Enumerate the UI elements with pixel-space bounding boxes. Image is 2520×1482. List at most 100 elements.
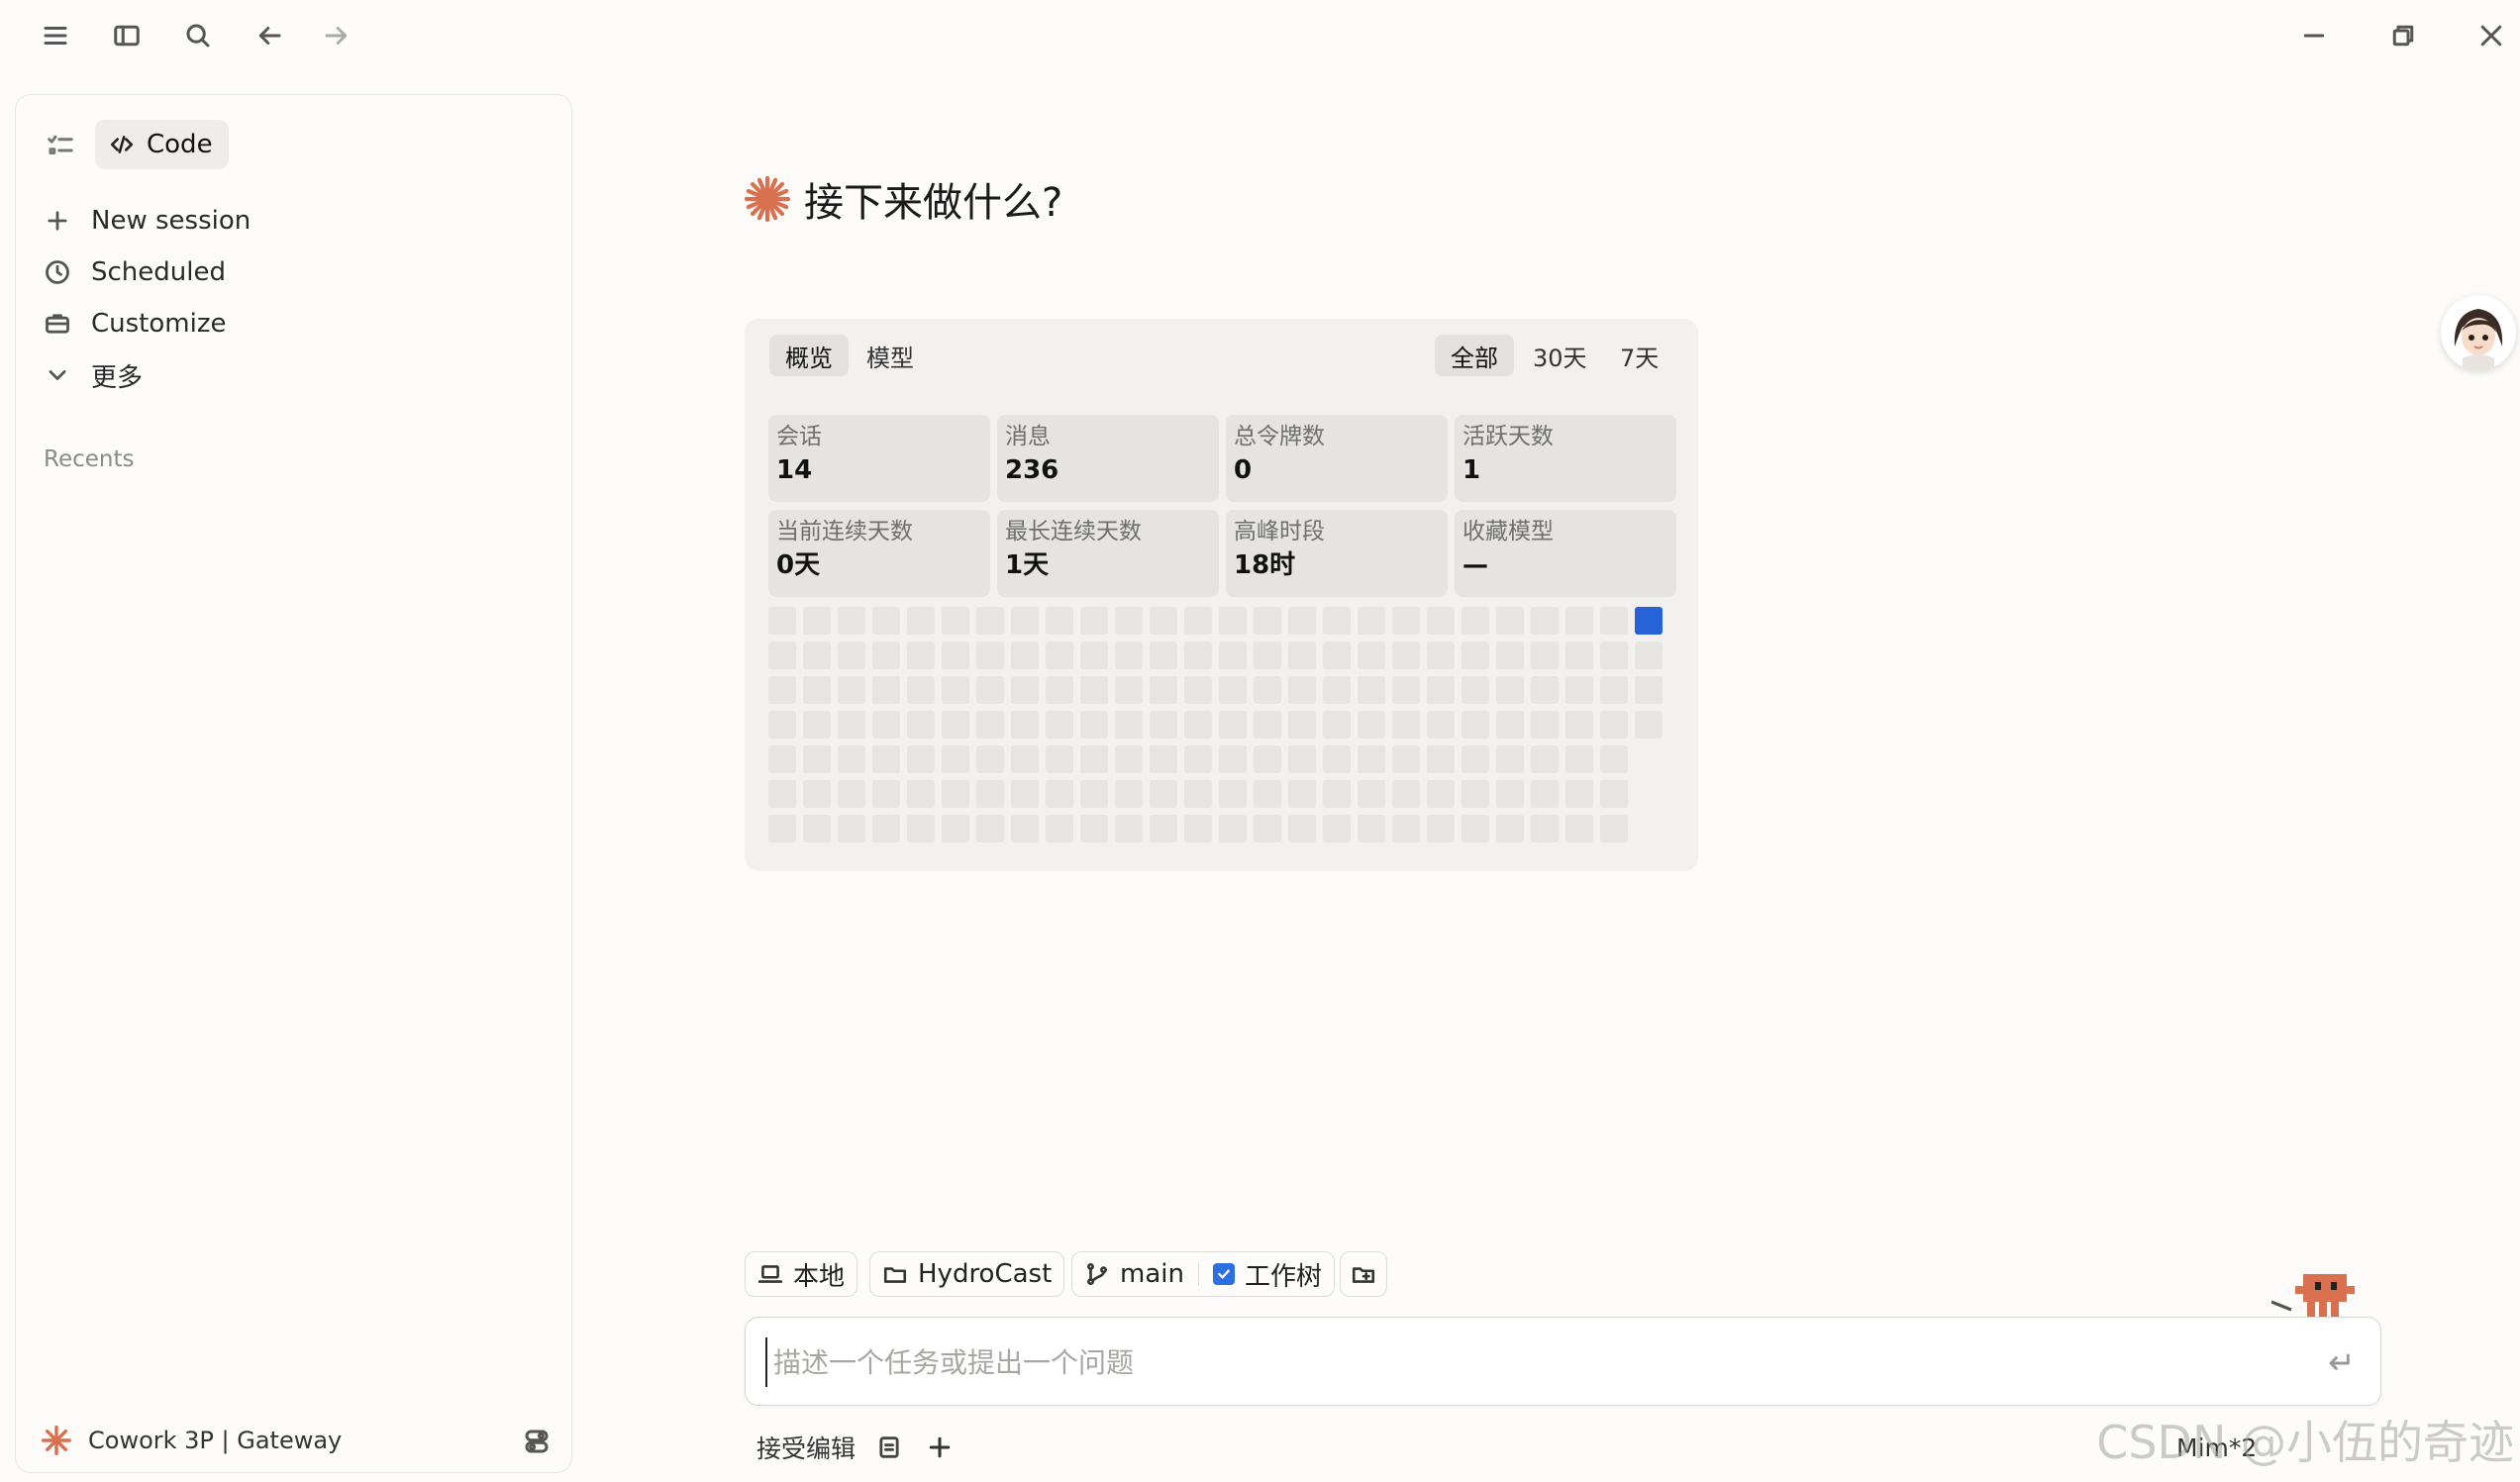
range-all[interactable]: 全部 bbox=[1435, 335, 1514, 376]
heatmap-cell bbox=[1184, 711, 1212, 739]
heatmap-cell bbox=[1323, 711, 1351, 739]
heatmap-cell bbox=[1358, 642, 1385, 669]
heatmap-cell bbox=[1531, 607, 1559, 635]
heatmap-cell bbox=[1288, 780, 1316, 808]
accept-edits-toggle[interactable]: 接受编辑 bbox=[756, 1426, 856, 1469]
avatar[interactable] bbox=[2441, 295, 2516, 370]
heatmap-cell bbox=[1046, 676, 1073, 704]
task-list-icon[interactable] bbox=[46, 131, 75, 160]
folder-chip[interactable]: HydroCast bbox=[869, 1251, 1065, 1297]
scheduled-button[interactable]: Scheduled bbox=[44, 250, 226, 294]
heatmap-cell bbox=[1184, 780, 1212, 808]
tab-models[interactable]: 模型 bbox=[851, 335, 930, 376]
heatmap-cell bbox=[1150, 780, 1177, 808]
branch-chip[interactable]: main 工作树 bbox=[1071, 1251, 1335, 1297]
heatmap-cell bbox=[976, 780, 1004, 808]
prompt-input[interactable] bbox=[765, 1337, 2290, 1387]
sidebar-toggle-icon[interactable] bbox=[105, 14, 149, 57]
heatmap-cell bbox=[1427, 745, 1455, 773]
add-attachment-button[interactable] bbox=[925, 1433, 955, 1462]
range-7d[interactable]: 7天 bbox=[1604, 335, 1674, 376]
heatmap-cell bbox=[803, 642, 831, 669]
heatmap-cell bbox=[1600, 642, 1628, 669]
heatmap-cell bbox=[1254, 745, 1281, 773]
heatmap-cell bbox=[1358, 745, 1385, 773]
enter-icon[interactable] bbox=[2323, 1347, 2355, 1379]
heatmap-cell bbox=[1080, 642, 1108, 669]
sparkle-icon bbox=[745, 176, 790, 222]
heatmap-cell bbox=[1080, 607, 1108, 635]
heatmap-cell bbox=[1531, 745, 1559, 773]
heatmap-cell bbox=[1323, 815, 1351, 842]
heatmap-cell bbox=[1392, 676, 1420, 704]
restore-icon[interactable] bbox=[2381, 14, 2425, 57]
divider bbox=[1197, 1262, 1199, 1286]
customize-button[interactable]: Customize bbox=[44, 302, 226, 346]
heatmap-cell bbox=[1011, 607, 1039, 635]
heatmap-cell bbox=[1046, 642, 1073, 669]
heatmap-cell bbox=[1600, 676, 1628, 704]
heatmap-cell bbox=[942, 642, 969, 669]
stat-label: 最长连续天数 bbox=[1005, 519, 1142, 544]
nav-label: Customize bbox=[91, 309, 227, 339]
folder-icon bbox=[883, 1267, 907, 1283]
menu-icon[interactable] bbox=[34, 14, 77, 57]
heatmap-cell bbox=[1219, 780, 1247, 808]
recents-heading: Recents bbox=[44, 446, 135, 472]
heatmap-cell bbox=[803, 676, 831, 704]
heatmap-cell bbox=[1080, 676, 1108, 704]
heatmap-cell bbox=[1080, 711, 1108, 739]
heatmap-cell bbox=[1565, 780, 1593, 808]
heatmap-cell bbox=[1046, 815, 1073, 842]
settings-toggle-icon[interactable] bbox=[522, 1427, 552, 1456]
heatmap-cell bbox=[768, 676, 796, 704]
close-icon[interactable] bbox=[2470, 14, 2513, 57]
heatmap-cell bbox=[1427, 676, 1455, 704]
stat-value: 1天 bbox=[1005, 550, 1050, 580]
heatmap-cell bbox=[1600, 815, 1628, 842]
minimize-icon[interactable] bbox=[2292, 14, 2336, 57]
heatmap-cell bbox=[1600, 745, 1628, 773]
more-button[interactable]: 更多 bbox=[44, 353, 143, 397]
title-text: 接下来做什么? bbox=[804, 180, 1063, 226]
heatmap-cell bbox=[1635, 711, 1663, 739]
tab-overview[interactable]: 概览 bbox=[769, 335, 849, 376]
heatmap-cell bbox=[1531, 676, 1559, 704]
stat-label: 总令牌数 bbox=[1234, 424, 1325, 449]
document-icon[interactable] bbox=[875, 1433, 903, 1461]
stat-messages: 消息 236 bbox=[997, 415, 1219, 502]
heatmap-cell bbox=[1254, 711, 1281, 739]
heatmap-cell bbox=[1184, 642, 1212, 669]
heatmap-cell bbox=[1254, 607, 1281, 635]
heatmap-cell bbox=[838, 815, 865, 842]
heatmap-cell bbox=[1323, 676, 1351, 704]
stat-active-days: 活跃天数 1 bbox=[1455, 415, 1676, 502]
heatmap-cell bbox=[1392, 607, 1420, 635]
code-label: Code bbox=[147, 130, 213, 159]
heatmap-cell bbox=[1565, 676, 1593, 704]
heatmap-cell bbox=[942, 780, 969, 808]
worktree-checkbox[interactable] bbox=[1212, 1263, 1235, 1285]
back-arrow-icon[interactable] bbox=[248, 14, 291, 57]
range-30d[interactable]: 30天 bbox=[1517, 335, 1603, 376]
code-mode-button[interactable]: Code bbox=[95, 120, 229, 169]
workspace-footer[interactable]: Cowork 3P | Gateway bbox=[41, 1419, 342, 1462]
plus-icon bbox=[48, 211, 67, 231]
heatmap-cell bbox=[1288, 607, 1316, 635]
search-icon[interactable] bbox=[176, 14, 220, 57]
heatmap-cell bbox=[976, 745, 1004, 773]
heatmap-cell bbox=[1011, 815, 1039, 842]
heatmap-cell bbox=[1496, 815, 1524, 842]
heatmap-cell bbox=[1462, 711, 1489, 739]
heatmap-cell bbox=[1115, 815, 1143, 842]
heatmap-cell bbox=[1392, 815, 1420, 842]
heatmap-cell bbox=[1219, 607, 1247, 635]
heatmap-cell bbox=[768, 711, 796, 739]
heatmap-cell bbox=[1600, 780, 1628, 808]
environment-chip[interactable]: 本地 bbox=[745, 1251, 858, 1297]
forward-arrow-icon[interactable] bbox=[315, 14, 358, 57]
sidebar: Code New session Scheduled Customize 更多 … bbox=[15, 94, 572, 1473]
stat-label: 活跃天数 bbox=[1462, 424, 1554, 449]
new-session-button[interactable]: New session bbox=[44, 199, 251, 243]
add-folder-button[interactable] bbox=[1340, 1251, 1387, 1297]
